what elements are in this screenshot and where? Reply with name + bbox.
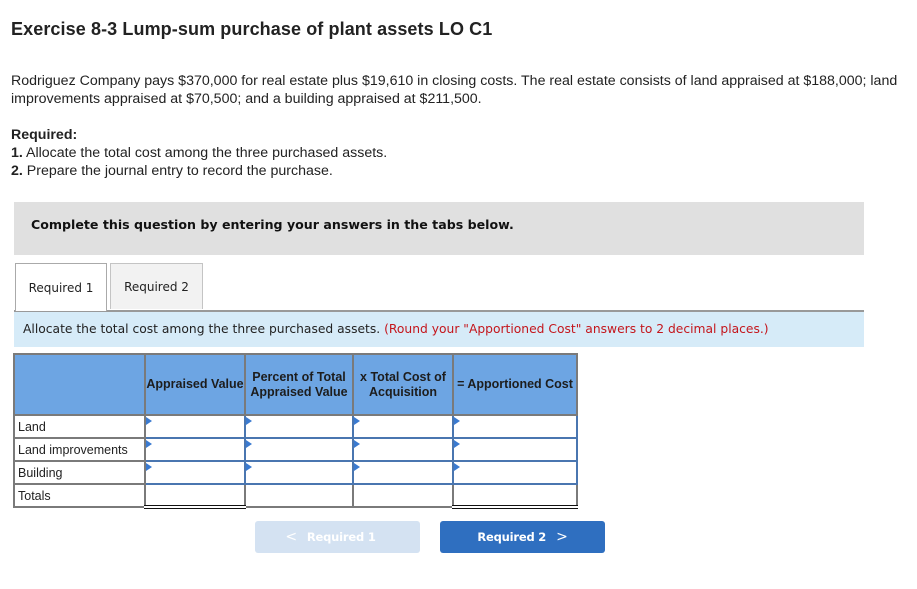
building-appraised-value-cell[interactable] (144, 460, 248, 485)
column-header-total-cost: x Total Cost of Acquisition (352, 353, 454, 416)
land-percent-cell[interactable] (244, 414, 356, 439)
land-total-cost-cell[interactable] (352, 414, 456, 439)
required-heading: Required: (11, 127, 78, 143)
instructions-banner: Complete this question by entering your … (14, 202, 864, 255)
requirement-text: Prepare the journal entry to record the … (22, 163, 333, 179)
requirement-number: 1. (11, 145, 23, 161)
table-row-land: Land (13, 414, 580, 439)
instruction-text: Allocate the total cost among the three … (23, 322, 385, 336)
tab-bar: Required 1 Required 2 (14, 263, 864, 312)
column-header-percent-of-total: Percent of Total Appraised Value (244, 353, 354, 416)
land-improvements-appraised-value-cell[interactable] (144, 437, 248, 462)
land-total-cost-input[interactable] (354, 415, 456, 438)
land-apportioned-cost-cell[interactable] (452, 414, 580, 439)
row-label: Land (13, 414, 146, 439)
building-apportioned-cost-input[interactable] (454, 461, 580, 484)
totals-appraised-value-cell (144, 483, 246, 509)
table-row-building: Building (13, 460, 580, 485)
column-header-apportioned-cost: = Apportioned Cost (452, 353, 578, 416)
requirement-text: Allocate the total cost among the three … (22, 145, 388, 161)
next-tab-label: Required 2 (477, 530, 547, 544)
banner-text: Complete this question by entering your … (31, 217, 514, 232)
land-appraised-value-input[interactable] (146, 415, 248, 438)
land-appraised-value-cell[interactable] (144, 414, 248, 439)
row-label: Land improvements (13, 437, 146, 462)
totals-percent-cell (244, 483, 354, 508)
requirements-block: Required: 1. Allocate the total cost amo… (11, 126, 387, 180)
land-improvements-total-cost-input[interactable] (354, 438, 456, 461)
land-improvements-percent-cell[interactable] (244, 437, 356, 462)
previous-tab-button[interactable]: < Required 1 (255, 521, 420, 553)
land-improvements-appraised-value-input[interactable] (146, 438, 248, 461)
row-label: Totals (13, 483, 146, 508)
tab-required-1[interactable]: Required 1 (15, 263, 107, 311)
building-total-cost-input[interactable] (354, 461, 456, 484)
table-row-land-improvements: Land improvements (13, 437, 580, 462)
allocation-table: Appraised Value Percent of Total Apprais… (13, 353, 580, 509)
page-title: Exercise 8-3 Lump-sum purchase of plant … (11, 19, 493, 39)
chevron-left-icon: < (285, 529, 297, 545)
land-percent-input[interactable] (246, 415, 356, 438)
tab-instructions: Allocate the total cost among the three … (14, 312, 864, 347)
problem-statement: Rodriguez Company pays $370,000 for real… (11, 73, 898, 107)
building-total-cost-cell[interactable] (352, 460, 456, 485)
land-improvements-apportioned-cost-input[interactable] (454, 438, 580, 461)
requirement-number: 2. (11, 163, 23, 179)
next-tab-button[interactable]: Required 2 > (440, 521, 605, 553)
land-improvements-total-cost-cell[interactable] (352, 437, 456, 462)
totals-total-cost-cell (352, 483, 454, 508)
building-percent-cell[interactable] (244, 460, 356, 485)
previous-tab-label: Required 1 (306, 530, 376, 544)
rounding-note: (Round your "Apportioned Cost" answers t… (384, 322, 769, 336)
column-header-item (13, 353, 146, 416)
land-apportioned-cost-input[interactable] (454, 415, 580, 438)
totals-apportioned-cost-cell (452, 483, 578, 509)
requirement-item: 1. Allocate the total cost among the thr… (11, 144, 387, 162)
land-improvements-percent-input[interactable] (246, 438, 356, 461)
land-improvements-apportioned-cost-cell[interactable] (452, 437, 580, 462)
tab-required-2[interactable]: Required 2 (110, 263, 203, 309)
row-label: Building (13, 460, 146, 485)
table-row-totals: Totals (13, 483, 578, 509)
requirement-item: 2. Prepare the journal entry to record t… (11, 162, 387, 180)
building-appraised-value-input[interactable] (146, 461, 248, 484)
chevron-right-icon: > (556, 529, 568, 545)
building-apportioned-cost-cell[interactable] (452, 460, 580, 485)
building-percent-input[interactable] (246, 461, 356, 484)
column-header-appraised-value: Appraised Value (144, 353, 246, 416)
table-header-row: Appraised Value Percent of Total Apprais… (13, 353, 578, 416)
